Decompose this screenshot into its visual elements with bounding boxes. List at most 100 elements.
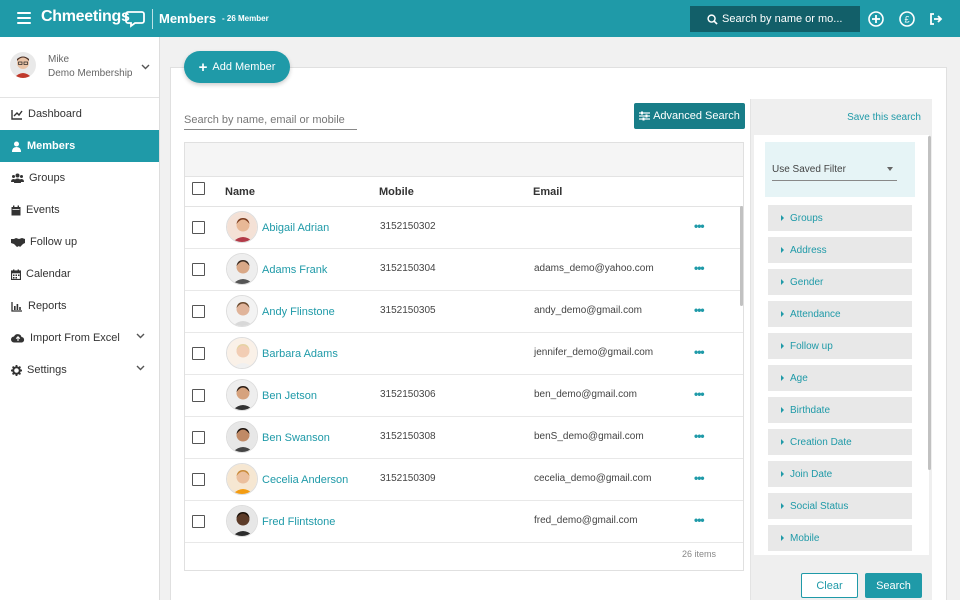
member-search-input[interactable] (184, 110, 357, 130)
header-divider (152, 9, 153, 29)
member-avatar[interactable] (226, 295, 258, 327)
column-header-mobile[interactable]: Mobile (379, 186, 414, 198)
member-avatar[interactable] (226, 463, 258, 495)
member-avatar[interactable] (226, 253, 258, 285)
member-name-link[interactable]: Andy Flinstone (262, 306, 335, 318)
member-name-link[interactable]: Ben Jetson (262, 390, 317, 402)
filter-scrollbar[interactable] (928, 136, 931, 470)
sidebar-item-import-from-excel[interactable]: Import From Excel (0, 322, 159, 354)
member-avatar[interactable] (226, 379, 258, 411)
global-search-input[interactable]: Search by name or mo... (690, 6, 860, 32)
sidebar-item-calendar[interactable]: Calendar (0, 258, 159, 290)
filter-item-gender[interactable]: Gender (768, 269, 912, 295)
filter-item-mobile[interactable]: Mobile (768, 525, 912, 551)
logo-bubble-icon (125, 11, 145, 28)
table-row[interactable]: Fred Flintstone fred_demo@gmail.com ••• (185, 501, 743, 543)
table-row[interactable]: Andy Flinstone 3152150305 andy_demo@gmail.… (185, 291, 743, 333)
member-avatar[interactable] (226, 337, 258, 369)
filter-item-creation-date[interactable]: Creation Date (768, 429, 912, 455)
app-logo[interactable]: Chmeetings (41, 8, 130, 26)
row-checkbox[interactable] (192, 263, 205, 276)
sidebar-item-events[interactable]: Events (0, 194, 159, 226)
sidebar-item-label: Events (26, 204, 60, 216)
table-scrollbar[interactable] (740, 206, 743, 306)
table-row[interactable]: Ben Jetson 3152150306 ben_demo@gmail.com ••… (185, 375, 743, 417)
currency-icon[interactable]: £ (898, 10, 916, 28)
filter-item-social-status[interactable]: Social Status (768, 493, 912, 519)
row-actions-button[interactable]: ••• (694, 429, 705, 443)
filter-item-follow-up[interactable]: Follow up (768, 333, 912, 359)
member-mobile: 3152150309 (380, 473, 436, 484)
save-search-link[interactable]: Save this search (847, 112, 921, 123)
chevron-down-icon (136, 365, 145, 371)
table-row[interactable]: Adams Frank 3152150304 adams_demo@yahoo.co… (185, 249, 743, 291)
sidebar-item-groups[interactable]: Groups (0, 162, 159, 194)
sidebar-item-follow-up[interactable]: Follow up (0, 226, 159, 258)
filter-item-label: Birthdate (790, 404, 831, 416)
row-actions-button[interactable]: ••• (694, 219, 705, 233)
row-actions-button[interactable]: ••• (694, 345, 705, 359)
table-row[interactable]: Cecelia Anderson 3152150309 cecelia_demo@g… (185, 459, 743, 501)
row-checkbox[interactable] (192, 347, 205, 360)
caret-right-icon (781, 247, 784, 253)
column-header-email[interactable]: Email (533, 186, 562, 198)
filter-item-age[interactable]: Age (768, 365, 912, 391)
filter-item-label: Age (790, 372, 808, 384)
row-actions-button[interactable]: ••• (694, 261, 705, 275)
caret-right-icon (781, 279, 784, 285)
calendar-icon (11, 205, 21, 215)
member-name-link[interactable]: Ben Swanson (262, 432, 330, 444)
row-checkbox[interactable] (192, 431, 205, 444)
members-table: Name Mobile Email Abigail Adrian 31521503… (184, 142, 744, 571)
sidebar-item-settings[interactable]: Settings (0, 354, 159, 386)
filter-item-groups[interactable]: Groups (768, 205, 912, 231)
filter-item-label: Join Date (790, 468, 833, 480)
row-actions-button[interactable]: ••• (694, 513, 705, 527)
member-name-link[interactable]: Abigail Adrian (262, 222, 329, 234)
member-name-link[interactable]: Fred Flintstone (262, 516, 335, 528)
row-actions-button[interactable]: ••• (694, 303, 705, 317)
sidebar-item-dashboard[interactable]: Dashboard (0, 98, 159, 130)
member-mobile: 3152150305 (380, 305, 436, 316)
chevron-down-icon[interactable] (141, 64, 150, 70)
member-name-link[interactable]: Barbara Adams (262, 348, 338, 360)
filter-item-label: Address (790, 244, 827, 256)
user-profile[interactable]: Mike Demo Membership (0, 37, 159, 98)
clear-button[interactable]: Clear (801, 573, 858, 598)
row-checkbox[interactable] (192, 515, 205, 528)
add-circle-icon[interactable] (867, 10, 885, 28)
member-avatar[interactable] (226, 505, 258, 537)
row-actions-button[interactable]: ••• (694, 387, 705, 401)
row-actions-button[interactable]: ••• (694, 471, 705, 485)
row-checkbox[interactable] (192, 473, 205, 486)
select-all-checkbox[interactable] (192, 182, 205, 195)
sidebar-item-reports[interactable]: Reports (0, 290, 159, 322)
row-checkbox[interactable] (192, 305, 205, 318)
member-avatar[interactable] (226, 421, 258, 453)
advanced-search-button[interactable]: Advanced Search (634, 103, 745, 129)
sidebar-item-label: Follow up (30, 236, 78, 248)
caret-right-icon (781, 535, 784, 541)
add-member-button[interactable]: + Add Member (184, 51, 290, 83)
logout-icon[interactable] (927, 10, 945, 28)
filter-item-label: Follow up (790, 340, 833, 352)
sidebar-item-members[interactable]: Members (0, 130, 159, 162)
filter-item-label: Groups (790, 212, 823, 224)
table-row[interactable]: Ben Swanson 3152150308 benS_demo@gmail.com… (185, 417, 743, 459)
saved-filter-select[interactable]: Use Saved Filter (772, 159, 897, 181)
row-checkbox[interactable] (192, 221, 205, 234)
menu-icon[interactable] (17, 12, 31, 24)
filter-item-birthdate[interactable]: Birthdate (768, 397, 912, 423)
search-button[interactable]: Search (865, 573, 922, 598)
member-mobile: 3152150308 (380, 431, 436, 442)
filter-item-join-date[interactable]: Join Date (768, 461, 912, 487)
filter-item-attendance[interactable]: Attendance (768, 301, 912, 327)
table-row[interactable]: Abigail Adrian 3152150302 ••• (185, 207, 743, 249)
member-avatar[interactable] (226, 211, 258, 243)
member-name-link[interactable]: Adams Frank (262, 264, 327, 276)
table-row[interactable]: Barbara Adams jennifer_demo@gmail.com ••• (185, 333, 743, 375)
column-header-name[interactable]: Name (225, 186, 255, 198)
member-name-link[interactable]: Cecelia Anderson (262, 474, 348, 486)
filter-item-address[interactable]: Address (768, 237, 912, 263)
row-checkbox[interactable] (192, 389, 205, 402)
